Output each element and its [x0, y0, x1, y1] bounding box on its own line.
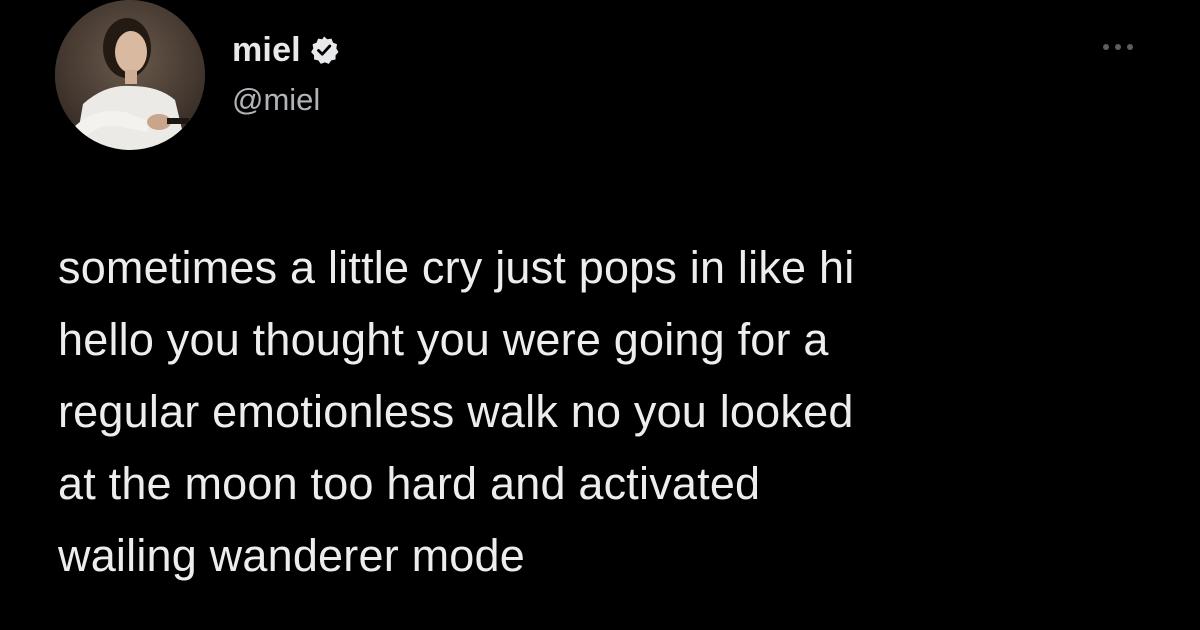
tweet-text-line: at the moon too hard and activated	[58, 458, 761, 509]
author-name-row: miel	[232, 30, 339, 70]
tweet-text-line: hello you thought you were going for a	[58, 314, 829, 365]
more-options-button[interactable]	[1096, 34, 1140, 60]
verified-badge-icon	[310, 36, 339, 64]
tweet-card: miel @miel sometimes a little cry just p…	[0, 0, 1200, 630]
ellipsis-icon	[1103, 44, 1133, 50]
avatar-photo-icon	[55, 0, 205, 150]
author-handle[interactable]: @miel	[232, 82, 320, 118]
tweet-text-line: sometimes a little cry just pops in like…	[58, 242, 855, 293]
tweet-text: sometimes a little cry just pops in like…	[58, 232, 1168, 592]
tweet-text-line: wailing wanderer mode	[58, 530, 525, 581]
author-display-name[interactable]: miel	[232, 31, 301, 70]
tweet-text-line: regular emotionless walk no you looked	[58, 386, 854, 437]
author-avatar[interactable]	[55, 0, 205, 150]
